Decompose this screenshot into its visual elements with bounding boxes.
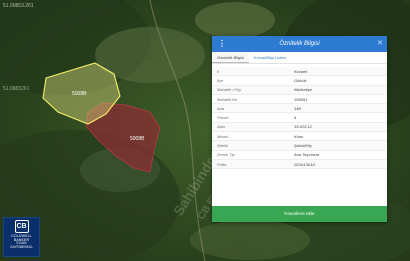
add-to-favorites-button[interactable]: Favorilere ekle xyxy=(212,206,387,222)
map-coordinate-left: 51.0883261 xyxy=(3,86,30,92)
row-value: 19.423,12 xyxy=(294,124,312,130)
table-row: Nitelik Şahsi/Köy xyxy=(212,141,387,151)
row-value: Şahsi/Köy xyxy=(294,143,313,149)
brand-logo: CB COLDWELL BANKER ELVAN GAYRİMENKUL xyxy=(3,217,40,257)
row-label: İl xyxy=(217,68,219,74)
table-row: Pafta G23c13b1d xyxy=(212,159,387,170)
parcel-label-red: 5008B xyxy=(130,136,145,142)
tab-attribute-info[interactable]: Öznitelik Bilgisi xyxy=(212,52,249,63)
attribute-panel: ⋮ Öznitelik Bilgisi ✕ Öznitelik Bilgisi … xyxy=(212,36,387,222)
row-value: 166691 xyxy=(294,96,308,102)
row-label: Pafta xyxy=(217,161,227,167)
row-label: Mahalle / Köy xyxy=(217,87,242,93)
logo-mark: CB xyxy=(14,220,29,233)
row-label: Ada xyxy=(217,105,225,111)
close-icon[interactable]: ✕ xyxy=(376,39,384,48)
table-row: Parsel 4 xyxy=(212,113,387,123)
logo-line-4: GAYRİMENKUL xyxy=(10,245,33,250)
row-label: Nitelik xyxy=(217,143,228,149)
panel-header: ⋮ Öznitelik Bilgisi ✕ xyxy=(212,36,387,52)
row-value: Kocaeli xyxy=(294,68,308,74)
table-row: Zemin Tip Ana Taşınmaz xyxy=(212,151,387,160)
row-value: 4 xyxy=(294,115,297,121)
table-row: İl Kocaeli xyxy=(212,67,387,77)
parcel-label-yellow: 5008B xyxy=(72,91,87,97)
row-value: Ana Taşınmaz xyxy=(294,152,320,158)
panel-tabs: Öznitelik Bilgisi Emsal/Bilgi Listesi xyxy=(212,52,387,64)
row-value: Konu xyxy=(294,133,304,139)
row-label: Mahalle No xyxy=(217,96,238,102)
table-row: Mahalle / Köy Nüzhetiye xyxy=(212,85,387,95)
row-label: Mevkii xyxy=(217,133,229,139)
table-row: Mevkii Konu xyxy=(212,132,387,142)
row-value: Nüzhetiye xyxy=(294,87,312,93)
row-label: Zemin Tip xyxy=(217,152,235,158)
row-label: Parsel xyxy=(217,115,229,121)
map-coordinate-top: 51.00853.261 xyxy=(3,3,34,9)
table-row: İlçe Gölcük xyxy=(212,76,387,86)
attribute-table: İl Kocaeli İlçe Gölcük Mahalle / Köy Nüz… xyxy=(212,67,387,170)
panel-title: Öznitelik Bilgisi xyxy=(279,41,320,47)
table-row: Ada 148 xyxy=(212,104,387,114)
table-row: Alan 19.423,12 xyxy=(212,122,387,133)
row-value: 148 xyxy=(294,105,301,111)
tab-comparable-list[interactable]: Emsal/Bilgi Listesi xyxy=(249,52,291,63)
row-label: Alan xyxy=(217,124,226,130)
row-value: Gölcük xyxy=(294,77,307,83)
row-label: İlçe xyxy=(217,77,224,83)
row-value: G23c13b1d xyxy=(294,161,315,167)
table-row: Mahalle No 166691 xyxy=(212,95,387,105)
